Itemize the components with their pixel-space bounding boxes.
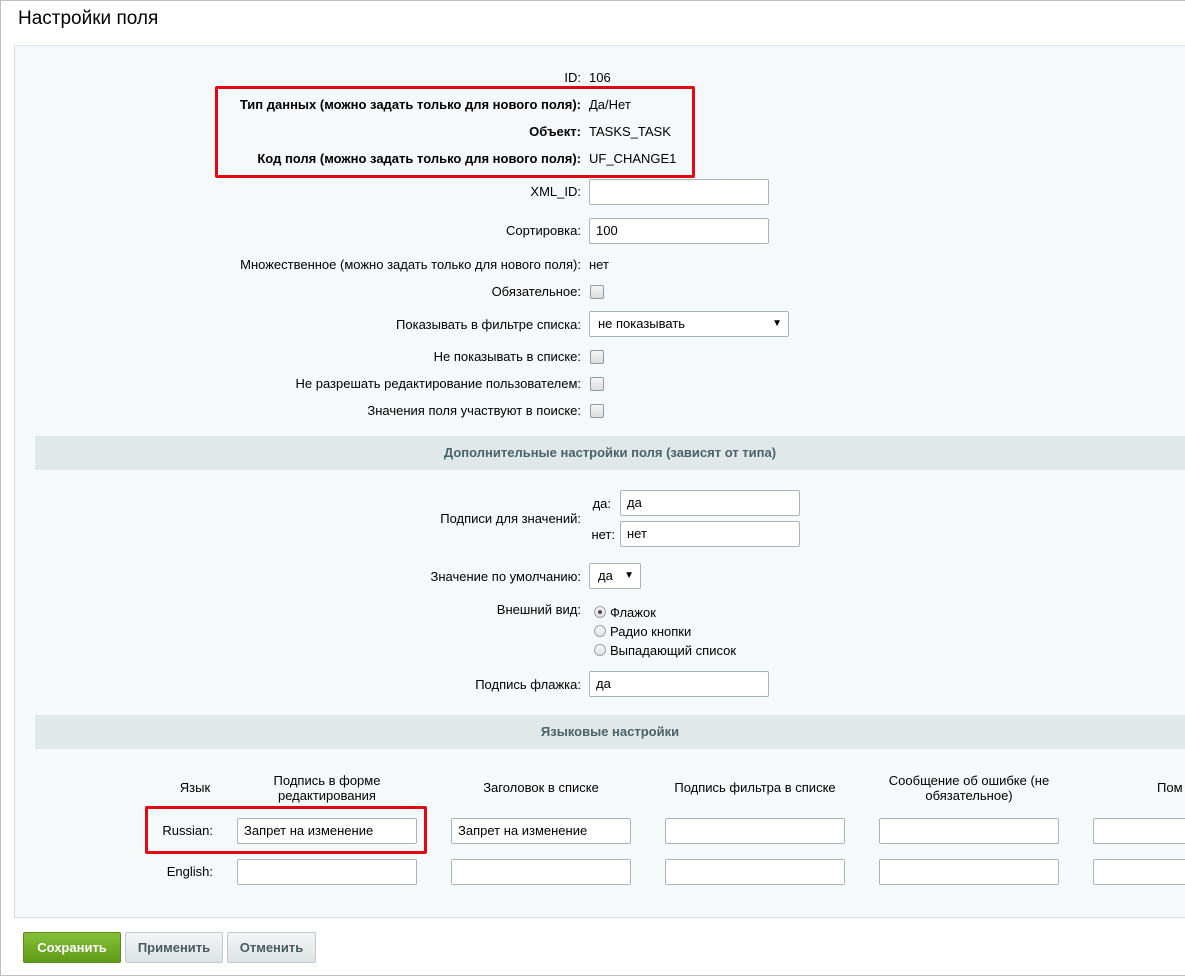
apply-button[interactable]: Применить [125,932,223,963]
extra-settings-header: Дополнительные настройки поля (зависят о… [35,436,1185,470]
cancel-button[interactable]: Отменить [227,932,316,963]
highlight-box-type [215,86,695,178]
hide-in-list-label: Не показывать в списке: [433,349,581,364]
save-button[interactable]: Сохранить [23,932,121,963]
yes-caption-label: да: [592,496,611,511]
highlight-box-russian [145,806,427,854]
multiple-label: Множественное (можно задать только для н… [240,257,581,272]
searchable-label: Значения поля участвуют в поиске: [367,403,581,418]
english-help-input[interactable] [1093,859,1185,885]
show-in-filter-select[interactable]: не показывать ▼ [589,311,789,337]
no-edit-label: Не разрешать редактирование пользователе… [295,376,581,391]
default-value-text: да [598,568,613,583]
col-language: Язык [179,780,211,795]
radio-radio-buttons-view[interactable] [594,625,606,637]
id-value: 106 [589,70,611,85]
page-title: Настройки поля [18,8,159,29]
required-checkbox[interactable] [590,285,604,299]
col-edit-form-caption: Подпись в форме редактирования [273,773,381,803]
english-edit-form-input[interactable] [237,859,417,885]
no-caption-label: нет: [591,527,615,542]
radio-checkbox-view[interactable] [594,606,606,618]
english-error-input[interactable] [879,859,1059,885]
checkbox-caption-input[interactable]: да [589,671,769,697]
yes-caption-input[interactable]: да [620,490,800,516]
sort-label: Сортировка: [506,223,581,238]
russian-help-input[interactable] [1093,818,1185,844]
language-settings-header: Языковые настройки [35,715,1185,749]
col-list-header: Заголовок в списке [483,780,599,795]
multiple-value: нет [589,257,609,272]
russian-list-header-input[interactable]: Запрет на изменение [451,818,631,844]
default-value-select[interactable]: да ▼ [589,563,641,589]
value-captions-label: Подписи для значений: [440,511,581,526]
lang-row-english-label: English: [166,864,213,879]
sort-input[interactable]: 100 [589,218,769,244]
checkbox-caption-label: Подпись флажка: [475,677,581,692]
russian-filter-input[interactable] [665,818,845,844]
radio-checkbox-view-label: Флажок [610,605,656,620]
default-value-label: Значение по умолчанию: [430,569,581,584]
show-in-filter-label: Показывать в фильтре списка: [396,317,581,332]
dropdown-arrow-icon: ▼ [624,570,634,581]
no-caption-input[interactable]: нет [620,521,800,547]
english-filter-input[interactable] [665,859,845,885]
show-in-filter-value: не показывать [598,316,686,331]
col-error-message: Сообщение об ошибке (не обязательное) [888,773,1050,803]
searchable-checkbox[interactable] [590,404,604,418]
xml-id-label: XML_ID: [530,184,581,199]
english-list-header-input[interactable] [451,859,631,885]
xml-id-input[interactable] [589,179,769,205]
radio-radio-buttons-view-label: Радио кнопки [610,624,692,639]
appearance-label: Внешний вид: [496,602,581,617]
radio-dropdown-view[interactable] [594,644,606,656]
col-help: Пом [1157,780,1183,795]
id-label: ID: [564,70,581,85]
no-edit-checkbox[interactable] [590,377,604,391]
radio-dropdown-view-label: Выпадающий список [610,643,737,658]
dropdown-arrow-icon: ▼ [772,318,782,329]
required-label: Обязательное: [491,284,581,299]
russian-error-input[interactable] [879,818,1059,844]
hide-in-list-checkbox[interactable] [590,350,604,364]
col-filter-caption: Подпись фильтра в списке [674,780,836,795]
